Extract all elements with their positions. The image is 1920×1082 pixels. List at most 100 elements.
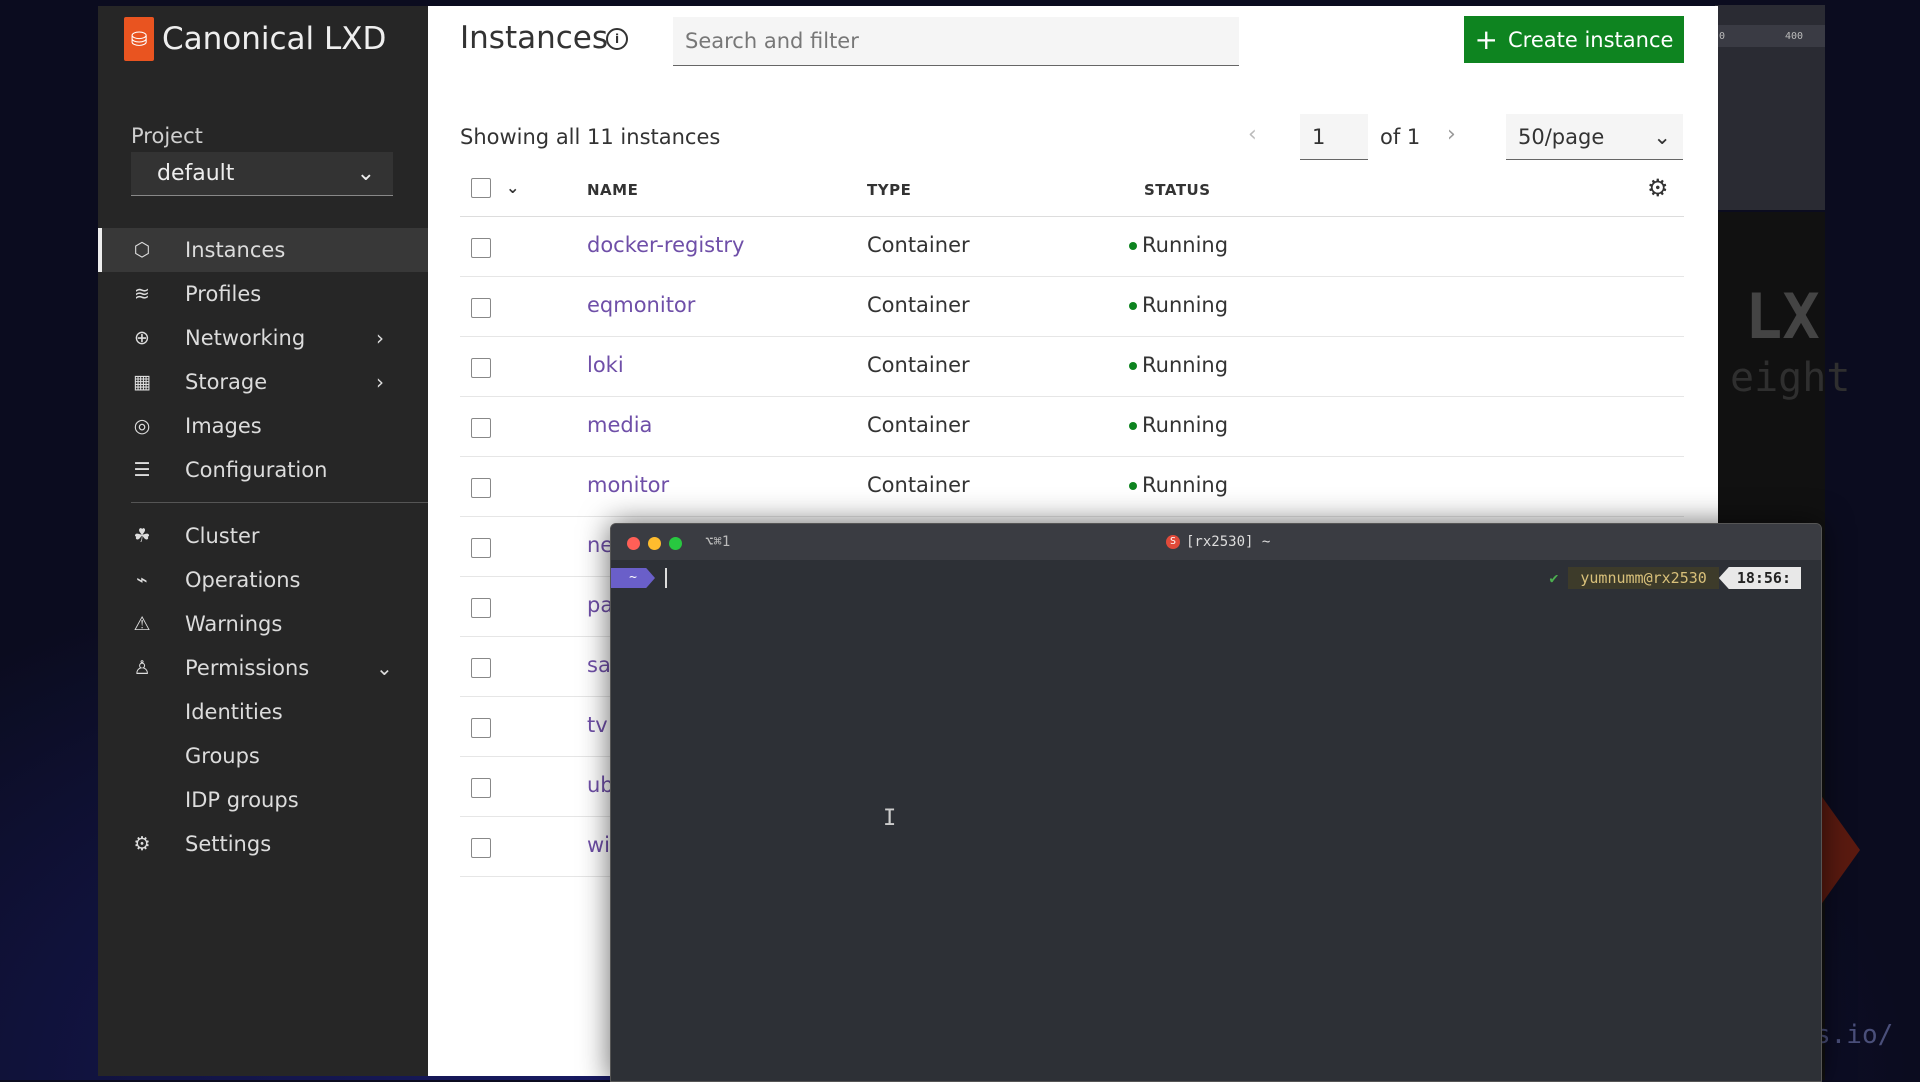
sidebar-item-cluster[interactable]: ☘ Cluster: [98, 514, 428, 558]
plus-icon: +: [1474, 23, 1499, 56]
row-checkbox[interactable]: [471, 838, 491, 858]
minimize-window-button[interactable]: [648, 537, 661, 550]
page-title: Instances: [460, 20, 609, 56]
text-cursor-icon: I: [883, 806, 897, 831]
create-instance-button[interactable]: + Create instance: [1464, 16, 1684, 63]
sidebar-item-label: Networking: [185, 326, 306, 350]
row-checkbox[interactable]: [471, 778, 491, 798]
background-url: s.io/: [1815, 1020, 1894, 1050]
table-row: media Container Running: [460, 397, 1684, 457]
status-running-icon: [1129, 362, 1137, 370]
row-checkbox[interactable]: [471, 658, 491, 678]
instances-icon: ⬡: [133, 239, 151, 261]
previous-page-button[interactable]: ‹: [1248, 122, 1257, 147]
row-checkbox[interactable]: [471, 718, 491, 738]
table-header: ⌄ NAME TYPE STATUS ⚙: [460, 166, 1684, 217]
ssh-session-icon: S: [1166, 535, 1180, 549]
background-text-eight: eight: [1730, 355, 1851, 401]
select-all-checkbox[interactable]: [471, 178, 491, 198]
brand[interactable]: ⛁ Canonical LXD: [124, 16, 386, 62]
instance-name-link[interactable]: loki: [587, 353, 624, 377]
instance-name-link[interactable]: tv: [587, 713, 608, 737]
sidebar-item-identities[interactable]: Identities: [98, 690, 428, 734]
column-header-type[interactable]: TYPE: [867, 181, 911, 199]
instance-name-link[interactable]: eqmonitor: [587, 293, 695, 317]
instance-status: Running: [1142, 233, 1229, 257]
terminal-titlebar[interactable]: ⌥⌘1 S [rx2530] ~: [611, 524, 1821, 560]
networking-icon: ⊕: [134, 327, 150, 349]
sidebar-item-label: Permissions: [185, 656, 310, 680]
sidebar-item-label: Configuration: [185, 458, 328, 482]
ruler-label-left: 0: [1719, 31, 1726, 42]
terminal-shortcut: ⌥⌘1: [705, 534, 731, 550]
prompt-directory: ~: [611, 568, 655, 588]
row-checkbox[interactable]: [471, 538, 491, 558]
column-header-name[interactable]: NAME: [587, 181, 638, 199]
chevron-right-icon[interactable]: ›: [376, 326, 384, 350]
storage-icon: ▦: [133, 371, 151, 393]
row-checkbox[interactable]: [471, 358, 491, 378]
chevron-down-icon[interactable]: ⌄: [376, 656, 393, 680]
project-select[interactable]: default ⌄: [131, 152, 393, 196]
instance-status: Running: [1142, 413, 1229, 437]
zoom-window-button[interactable]: [669, 537, 682, 550]
sidebar-item-settings[interactable]: ⚙ Settings: [98, 822, 428, 866]
sidebar-item-profiles[interactable]: ≋ Profiles: [98, 272, 428, 316]
sidebar-item-label: Cluster: [185, 524, 260, 548]
chevron-down-icon: ⌄: [356, 161, 375, 186]
instance-type: Container: [867, 413, 970, 437]
instance-status: Running: [1142, 293, 1229, 317]
row-checkbox[interactable]: [471, 478, 491, 498]
sidebar-item-label: Storage: [185, 370, 268, 394]
sidebar-nav: ⬡ Instances ≋ Profiles ⊕ Networking › ▦ Storage ›…: [98, 228, 428, 866]
sidebar-item-groups[interactable]: Groups: [98, 734, 428, 778]
table-row: eqmonitor Container Running: [460, 277, 1684, 337]
instance-name-link[interactable]: docker-registry: [587, 233, 744, 257]
select-menu-chevron-icon[interactable]: ⌄: [506, 178, 520, 197]
info-icon[interactable]: i: [606, 28, 628, 50]
terminal-title: S [rx2530] ~: [1166, 534, 1270, 550]
sidebar-item-storage[interactable]: ▦ Storage ›: [98, 360, 428, 404]
prompt-user-host: yumnumm@rx2530: [1568, 567, 1719, 589]
instance-name-link[interactable]: media: [587, 413, 652, 437]
sidebar-item-networking[interactable]: ⊕ Networking ›: [98, 316, 428, 360]
instance-name-link[interactable]: wi: [587, 833, 610, 857]
sidebar-item-images[interactable]: ◎ Images: [98, 404, 428, 448]
prompt-time: 18:56:: [1718, 567, 1801, 589]
column-header-status[interactable]: STATUS: [1144, 181, 1211, 199]
per-page-value: 50/page: [1518, 124, 1605, 149]
instance-type: Container: [867, 293, 970, 317]
right-prompt: ✔ yumnumm@rx2530 18:56:: [1549, 566, 1801, 590]
terminal-window[interactable]: ⌥⌘1 S [rx2530] ~ ~ ✔ yumnumm@rx2530 18:5…: [610, 523, 1822, 1082]
configuration-icon: ☰: [133, 459, 151, 481]
instance-name-link[interactable]: monitor: [587, 473, 669, 497]
table-settings-gear-icon[interactable]: ⚙: [1647, 174, 1669, 202]
instance-name-link[interactable]: sa: [587, 653, 611, 677]
sidebar-item-permissions[interactable]: ♙ Permissions ⌄: [98, 646, 428, 690]
row-checkbox[interactable]: [471, 598, 491, 618]
page-number-input[interactable]: [1300, 114, 1368, 160]
per-page-select[interactable]: 50/page ⌄: [1506, 114, 1683, 160]
sidebar-item-label: Instances: [185, 238, 286, 262]
row-checkbox[interactable]: [471, 298, 491, 318]
close-window-button[interactable]: [627, 537, 640, 550]
row-checkbox[interactable]: [471, 418, 491, 438]
terminal-title-text: [rx2530] ~: [1186, 534, 1271, 550]
instance-type: Container: [867, 353, 970, 377]
sidebar-item-warnings[interactable]: ⚠ Warnings: [98, 602, 428, 646]
instance-type: Container: [867, 233, 970, 257]
background-ruler: 0 400: [1715, 25, 1825, 47]
row-checkbox[interactable]: [471, 238, 491, 258]
search-input[interactable]: [673, 17, 1239, 66]
sidebar-item-configuration[interactable]: ☰ Configuration: [98, 448, 428, 492]
sidebar-item-instances[interactable]: ⬡ Instances: [98, 228, 428, 272]
project-select-value: default: [157, 161, 235, 186]
next-page-button[interactable]: ›: [1447, 122, 1456, 147]
create-instance-label: Create instance: [1508, 27, 1674, 52]
sidebar-item-label: IDP groups: [185, 788, 299, 812]
sidebar-item-operations[interactable]: ⌁ Operations: [98, 558, 428, 602]
sidebar-item-label: Groups: [185, 744, 260, 768]
chevron-right-icon[interactable]: ›: [376, 370, 384, 394]
settings-icon: ⚙: [133, 833, 151, 855]
sidebar-item-idp-groups[interactable]: IDP groups: [98, 778, 428, 822]
